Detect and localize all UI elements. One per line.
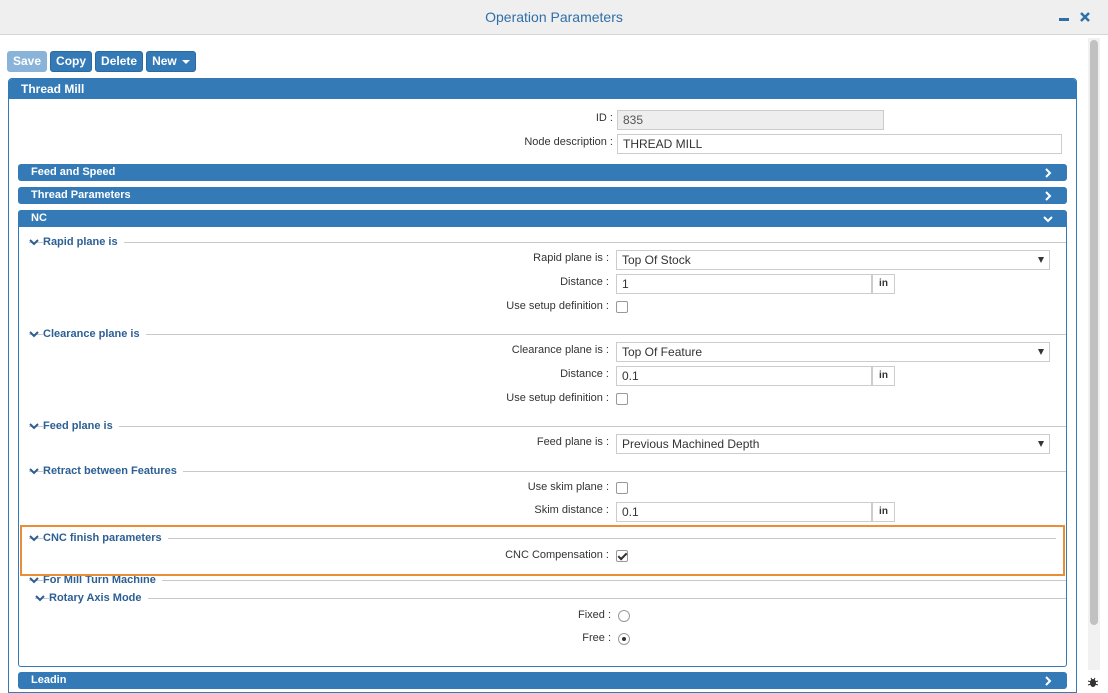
skim-plane-checkbox[interactable] <box>616 482 628 494</box>
window-title: Operation Parameters <box>485 9 623 25</box>
close-icon[interactable] <box>1077 8 1093 26</box>
id-field: 835 <box>617 110 884 130</box>
divider <box>29 426 1066 427</box>
caret-down-icon <box>181 59 190 64</box>
feed-plane-label: Feed plane is : <box>536 436 609 448</box>
feed-and-speed-bar[interactable]: Feed and Speed <box>18 164 1067 181</box>
bug-icon[interactable] <box>1087 676 1099 688</box>
clearance-setup-label: Use setup definition : <box>506 392 609 404</box>
copy-button[interactable]: Copy <box>50 51 93 72</box>
clearance-plane-value: Top Of Feature <box>622 345 703 359</box>
clearance-distance-input[interactable]: 0.1 <box>616 366 872 386</box>
chevron-down-icon <box>29 236 39 248</box>
feed-and-speed-label: Feed and Speed <box>31 166 116 178</box>
fixed-label: Fixed : <box>577 609 611 621</box>
clearance-distance-label: Distance : <box>560 368 609 380</box>
retract-section-title: Retract between Features <box>43 464 183 478</box>
rapid-plane-section[interactable]: Rapid plane is <box>29 235 1066 249</box>
feed-plane-section[interactable]: Feed plane is <box>29 419 1066 433</box>
clearance-distance-unit: in <box>872 366 895 386</box>
dropdown-arrow-icon <box>1038 349 1044 355</box>
clearance-plane-select[interactable]: Top Of Feature <box>616 342 1050 362</box>
clearance-plane-section-title: Clearance plane is <box>43 327 146 341</box>
rapid-distance-unit: in <box>872 274 895 294</box>
rapid-plane-section-title: Rapid plane is <box>43 235 124 249</box>
skim-plane-label: Use skim plane : <box>527 481 609 493</box>
chevron-down-icon <box>29 532 39 544</box>
divider <box>29 580 1066 581</box>
retract-section[interactable]: Retract between Features <box>29 464 1066 478</box>
clearance-plane-section[interactable]: Clearance plane is <box>29 327 1066 341</box>
node-description-input[interactable]: THREAD MILL <box>617 134 1062 154</box>
dropdown-arrow-icon <box>1038 441 1044 447</box>
chevron-down-icon <box>29 420 39 432</box>
thread-parameters-label: Thread Parameters <box>31 189 131 201</box>
chevron-right-icon <box>1042 672 1054 689</box>
leadin-bar[interactable]: Leadin <box>18 672 1067 689</box>
rapid-setup-checkbox[interactable] <box>616 301 628 313</box>
nc-container: Rapid plane is Rapid plane is : Top Of S… <box>18 227 1067 667</box>
chevron-down-icon <box>35 592 45 604</box>
save-button[interactable]: Save <box>7 51 48 72</box>
rotary-axis-section-title: Rotary Axis Mode <box>49 591 148 605</box>
skim-distance-input[interactable]: 0.1 <box>616 502 872 522</box>
leadin-label: Leadin <box>31 674 67 686</box>
fixed-radio[interactable] <box>618 610 630 622</box>
feed-plane-select[interactable]: Previous Machined Depth <box>616 434 1050 454</box>
nc-bar[interactable]: NC <box>18 210 1067 227</box>
mill-turn-section-title: For Mill Turn Machine <box>43 573 162 587</box>
free-radio[interactable] <box>618 633 630 645</box>
chevron-down-icon <box>29 328 39 340</box>
chevron-right-icon <box>1042 164 1054 181</box>
new-button-label: New <box>152 54 177 68</box>
panel-title: Thread Mill <box>9 79 1076 99</box>
clearance-plane-label: Clearance plane is : <box>511 344 609 356</box>
node-description-label: Node description : <box>524 136 613 148</box>
rotary-axis-section[interactable]: Rotary Axis Mode <box>35 591 1066 605</box>
chevron-down-icon <box>29 465 39 477</box>
divider <box>35 598 1066 599</box>
skim-distance-label: Skim distance : <box>534 504 609 516</box>
free-label: Free : <box>582 632 611 644</box>
feed-plane-section-title: Feed plane is <box>43 419 119 433</box>
new-button[interactable]: New <box>146 51 196 72</box>
cnc-compensation-checkbox[interactable] <box>616 550 628 562</box>
delete-button[interactable]: Delete <box>95 51 144 72</box>
cnc-finish-section[interactable]: CNC finish parameters <box>29 531 1056 545</box>
chevron-down-icon <box>29 574 39 586</box>
rapid-distance-input[interactable]: 1 <box>616 274 872 294</box>
mill-turn-section[interactable]: For Mill Turn Machine <box>29 573 1066 587</box>
operation-panel: Thread Mill ID : 835 Node description : … <box>8 78 1077 693</box>
dropdown-arrow-icon <box>1038 257 1044 263</box>
chevron-down-icon <box>1042 210 1054 227</box>
feed-plane-value: Previous Machined Depth <box>622 437 760 451</box>
rapid-plane-label: Rapid plane is : <box>533 252 609 264</box>
chevron-right-icon <box>1042 187 1054 204</box>
toolbar: Save Copy Delete New <box>7 51 196 72</box>
nc-label: NC <box>31 212 47 224</box>
divider <box>29 538 1056 539</box>
skim-distance-unit: in <box>872 502 895 522</box>
id-label: ID : <box>595 112 613 124</box>
cnc-compensation-label: CNC Compensation : <box>505 549 609 561</box>
divider <box>29 334 1066 335</box>
rapid-plane-value: Top Of Stock <box>622 253 691 267</box>
thread-parameters-bar[interactable]: Thread Parameters <box>18 187 1067 204</box>
clearance-setup-checkbox[interactable] <box>616 393 628 405</box>
scrollbar-thumb[interactable] <box>1090 40 1098 625</box>
divider <box>29 471 1066 472</box>
minimize-icon[interactable] <box>1056 8 1072 26</box>
rapid-distance-label: Distance : <box>560 276 609 288</box>
window-titlebar: Operation Parameters <box>0 0 1108 35</box>
cnc-finish-section-title: CNC finish parameters <box>43 531 168 545</box>
divider <box>29 242 1066 243</box>
rapid-setup-label: Use setup definition : <box>506 300 609 312</box>
rapid-plane-select[interactable]: Top Of Stock <box>616 250 1050 270</box>
